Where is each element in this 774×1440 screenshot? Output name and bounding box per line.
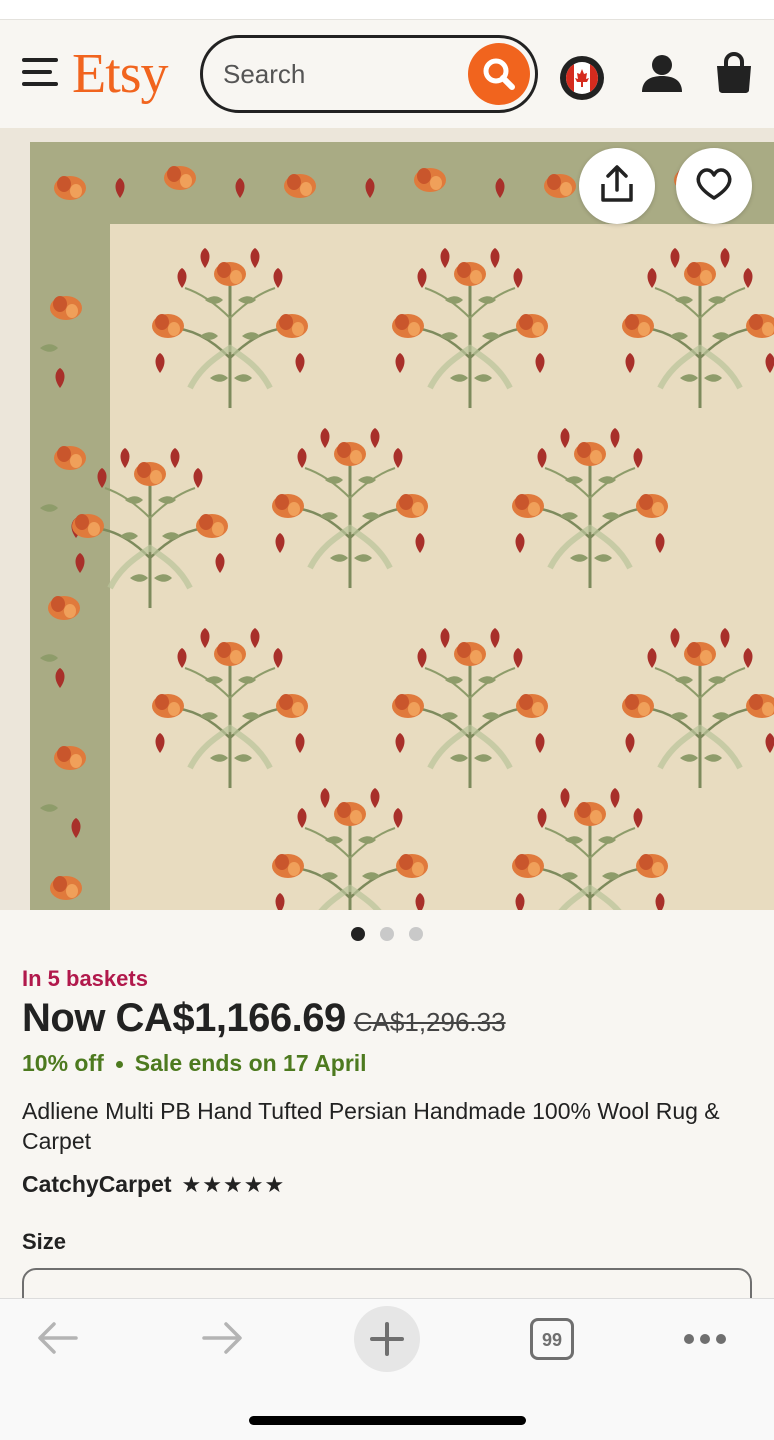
plus-icon [370, 1322, 404, 1356]
search-bar [200, 35, 538, 113]
back-arrow-icon[interactable] [36, 1318, 80, 1358]
search-button[interactable] [468, 43, 530, 105]
site-header: Etsy [0, 20, 774, 128]
separator-dot [115, 1061, 123, 1069]
etsy-logo[interactable]: Etsy [72, 42, 169, 106]
status-area [0, 0, 774, 20]
sale-info: 10% off Sale ends on 17 April [22, 1050, 367, 1077]
shopping-bag-icon[interactable] [714, 52, 754, 94]
sale-end-label: Sale ends on 17 April [134, 1050, 367, 1076]
tabs-icon[interactable]: 99 [530, 1318, 574, 1360]
shop-row: CatchyCarpet ★★★★★ [22, 1171, 285, 1198]
canada-flag-icon[interactable] [560, 56, 604, 100]
share-button[interactable] [579, 148, 655, 224]
tab-count: 99 [541, 1330, 563, 1350]
new-tab-button[interactable] [354, 1306, 420, 1372]
product-title: Adliene Multi PB Hand Tufted Persian Han… [22, 1098, 720, 1154]
current-price: Now CA$1,166.69 [22, 996, 346, 1040]
product-image-gallery[interactable] [0, 128, 774, 910]
original-price: CA$1,296.33 [353, 1007, 506, 1037]
gallery-pagination [350, 926, 430, 942]
search-input[interactable] [223, 56, 453, 92]
share-icon [601, 165, 633, 202]
gallery-dot-3[interactable] [409, 927, 423, 941]
home-indicator [249, 1416, 526, 1425]
gallery-dot-2[interactable] [380, 927, 394, 941]
rating-stars[interactable]: ★★★★★ [182, 1172, 286, 1197]
basket-count: In 5 baskets [22, 966, 148, 991]
forward-arrow-icon[interactable] [200, 1318, 244, 1358]
user-icon[interactable] [641, 54, 683, 94]
favorite-button[interactable] [676, 148, 752, 224]
search-icon [483, 58, 515, 90]
more-icon[interactable] [683, 1333, 727, 1345]
shop-name-link[interactable]: CatchyCarpet [22, 1171, 172, 1197]
heart-icon [696, 168, 732, 200]
discount-label: 10% off [22, 1050, 104, 1076]
size-label: Size [22, 1229, 67, 1254]
price-row: Now CA$1,166.69 CA$1,296.33 [22, 996, 506, 1041]
gallery-dot-1[interactable] [351, 927, 365, 941]
menu-icon[interactable] [22, 58, 58, 88]
rug-image [0, 128, 774, 910]
